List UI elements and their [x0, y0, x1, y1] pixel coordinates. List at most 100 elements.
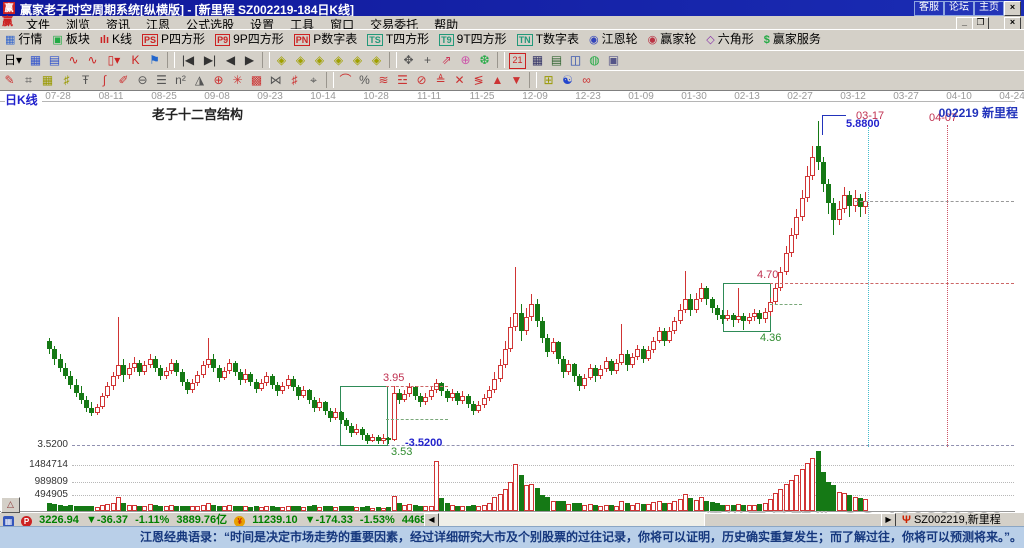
calculator-icon[interactable]: ▦: [528, 51, 547, 69]
9p-square-button[interactable]: P99P四方形: [210, 30, 289, 49]
toolbar-separator: [389, 52, 397, 68]
zoom-tool-4-icon[interactable]: ◈: [329, 51, 348, 69]
delta-tool-icon[interactable]: ≜: [431, 71, 450, 89]
quotes-button[interactable]: ▦行情: [0, 30, 47, 49]
calendar-21-icon[interactable]: 21: [509, 53, 526, 69]
candle-body: [508, 327, 513, 349]
smart-analysis-icon[interactable]: ❆: [475, 51, 494, 69]
forum-button[interactable]: 论坛: [944, 1, 974, 16]
volume-bar: [227, 505, 232, 511]
candle-body: [492, 379, 497, 390]
network-icon[interactable]: ◍: [585, 51, 604, 69]
candle-body: [47, 341, 52, 349]
percent-retrace-icon[interactable]: %: [355, 71, 374, 89]
yinyang-icon[interactable]: ☯: [558, 71, 577, 89]
volume-bar: [863, 499, 868, 511]
date-tick-08-11: 08-11: [99, 91, 124, 102]
draw-pen-icon[interactable]: ✎: [0, 71, 19, 89]
zoom-tool-6-icon[interactable]: ◈: [367, 51, 386, 69]
slash-circle-icon[interactable]: ⊘: [412, 71, 431, 89]
horizontal-lines-icon[interactable]: ☰: [152, 71, 171, 89]
info-panel-icon[interactable]: ▤: [45, 51, 64, 69]
volume-bar: [651, 502, 656, 511]
jump-start-icon[interactable]: |◀: [177, 51, 199, 69]
computer-icon[interactable]: ▣: [604, 51, 623, 69]
mark-pen-icon[interactable]: ✐: [114, 71, 133, 89]
grid-window-icon[interactable]: ⊞: [539, 71, 558, 89]
arc-tool-icon[interactable]: ∫: [95, 71, 114, 89]
x-cross-icon[interactable]: ✕: [450, 71, 469, 89]
square-grid-icon[interactable]: ▦: [38, 71, 57, 89]
winner-service-button[interactable]: $赢家服务: [759, 30, 826, 49]
crosshair-icon[interactable]: +: [418, 51, 437, 69]
zoom-tool-2-icon[interactable]: ◈: [291, 51, 310, 69]
butterfly-icon[interactable]: ⋈: [266, 71, 285, 89]
candle-body: [52, 349, 57, 359]
save-icon[interactable]: ◫: [566, 51, 585, 69]
sectors-button[interactable]: ▣ 板块: [47, 30, 94, 49]
square-of-nine-icon[interactable]: n²: [171, 71, 190, 89]
horizontal-scrollbar[interactable]: ◀ ▶: [424, 513, 894, 526]
level-4-70-line: [770, 283, 1014, 284]
angle-grid-icon[interactable]: ♯: [57, 71, 76, 89]
close-button[interactable]: ×: [1004, 1, 1021, 16]
trend-large-icon[interactable]: ∿: [83, 51, 102, 69]
hexagon-button[interactable]: ◇六角形: [701, 30, 758, 49]
gann-grid-icon[interactable]: ⌗: [19, 71, 38, 89]
date-tick-11-11: 11-11: [417, 91, 441, 102]
magnify-icon[interactable]: ⊕: [456, 51, 475, 69]
winner-wheel-button[interactable]: ◉赢家轮: [643, 30, 702, 49]
period-day-dropdown[interactable]: 日▾: [0, 51, 26, 69]
up-marker-icon[interactable]: ▲: [488, 71, 507, 89]
t-square-button[interactable]: TST四方形: [362, 30, 434, 49]
prev-bar-icon[interactable]: ◀: [221, 51, 240, 69]
candle-body: [386, 438, 391, 440]
gann-wheel-button[interactable]: ◉江恩轮: [584, 30, 643, 49]
winner-service-button-icon: $: [764, 34, 770, 46]
target-icon[interactable]: ⌖: [304, 71, 323, 89]
9t-square-button[interactable]: T99T四方形: [434, 30, 512, 49]
homepage-button[interactable]: 主页: [974, 1, 1004, 16]
triangle-tool-icon[interactable]: ◮: [190, 71, 209, 89]
t-table-button[interactable]: TNT数字表: [512, 30, 584, 49]
pointer-analysis-icon[interactable]: ⇗: [437, 51, 456, 69]
shade-grid-icon[interactable]: ▩: [247, 71, 266, 89]
volume-bar: [598, 506, 603, 511]
time-ruler-icon[interactable]: Ŧ: [76, 71, 95, 89]
zoom-tool-3-icon[interactable]: ◈: [310, 51, 329, 69]
p-table-button[interactable]: PNP数字表: [289, 30, 363, 49]
quotes-button-icon: ▦: [5, 34, 15, 46]
trend-small-icon[interactable]: ∿: [64, 51, 83, 69]
next-bar-icon[interactable]: ▶: [240, 51, 259, 69]
gann-circle-icon[interactable]: ⊕: [209, 71, 228, 89]
flag-marker-icon[interactable]: ⚑: [145, 51, 164, 69]
pane-toggle-button[interactable]: △: [1, 497, 20, 513]
down-marker-icon[interactable]: ▼: [507, 71, 526, 89]
jump-end-icon[interactable]: ▶|: [199, 51, 221, 69]
candle-body: [233, 363, 238, 372]
infinity-icon[interactable]: ∞: [577, 71, 596, 89]
zigzag-icon[interactable]: ≶: [469, 71, 488, 89]
gann-fan-icon[interactable]: ✳: [228, 71, 247, 89]
sectors-button-icon: ▣: [52, 34, 62, 46]
kline-settings-icon[interactable]: K: [126, 51, 145, 69]
circle-tool-icon[interactable]: ⊖: [133, 71, 152, 89]
price-grid-icon[interactable]: ♯: [285, 71, 304, 89]
volume-axis-label-2: 989809: [2, 476, 68, 487]
wave-tool-icon[interactable]: ≋: [374, 71, 393, 89]
p-square-button[interactable]: PSP四方形: [137, 30, 210, 49]
zoom-tool-1-icon[interactable]: ◈: [272, 51, 291, 69]
sectors-button-label: 板块: [66, 32, 90, 46]
support-button[interactable]: 客服: [914, 1, 944, 16]
tri-line-icon[interactable]: ☲: [393, 71, 412, 89]
candle-body: [195, 375, 200, 383]
pan-hand-icon[interactable]: ✥: [399, 51, 418, 69]
chart-layout-icon[interactable]: ▦: [26, 51, 45, 69]
kline-button[interactable]: ılıK线: [95, 30, 137, 49]
candle-style-dropdown[interactable]: ▯▾: [102, 51, 126, 69]
t-square-button-icon: TS: [367, 34, 383, 46]
notes-icon[interactable]: ▤: [547, 51, 566, 69]
zoom-tool-5-icon[interactable]: ◈: [348, 51, 367, 69]
candle-body: [402, 394, 407, 400]
arc-line-icon[interactable]: ⌒: [336, 71, 355, 89]
